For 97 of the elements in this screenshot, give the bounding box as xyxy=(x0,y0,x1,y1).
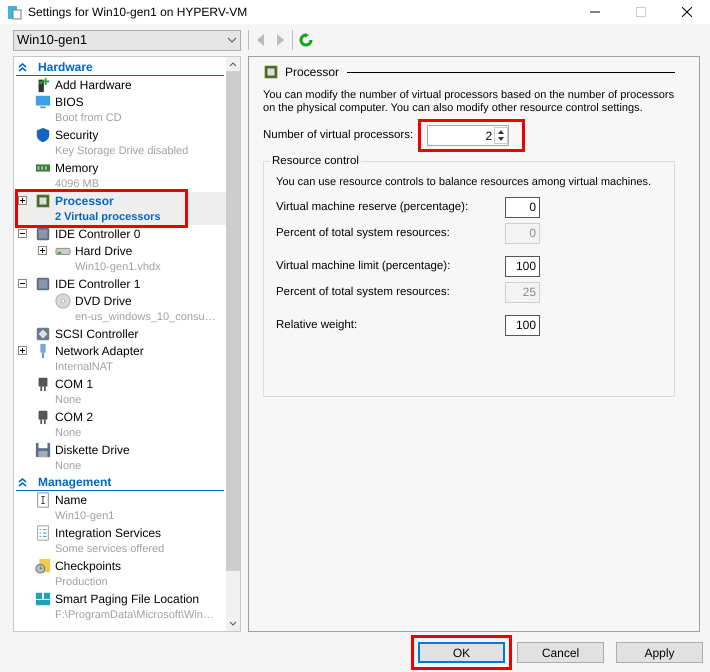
expand-icon[interactable] xyxy=(18,196,27,205)
item-name: Checkpoints xyxy=(55,558,122,574)
item-detail: None xyxy=(55,426,82,441)
field-label: Percent of total system resources: xyxy=(276,226,451,241)
chip-icon xyxy=(263,64,279,80)
spin-up-icon[interactable] xyxy=(498,130,504,134)
field-label: Percent of total system resources: xyxy=(276,284,451,300)
expand-icon[interactable] xyxy=(18,346,27,355)
chip-icon xyxy=(35,192,51,208)
controller-icon xyxy=(35,276,51,292)
collapse-icon[interactable] xyxy=(18,229,27,238)
dialog-button[interactable]: OK xyxy=(418,642,505,663)
spin-down-icon[interactable] xyxy=(498,137,504,142)
tree-item[interactable]: Processor 2 Virtual processors xyxy=(14,192,226,225)
item-detail: 2 Virtual processors xyxy=(55,210,161,225)
item-name: Processor xyxy=(55,192,114,210)
number-field[interactable]: 100 xyxy=(505,315,540,336)
memory-pages-icon xyxy=(35,590,51,606)
tree-item[interactable]: Name Win10-gen1 xyxy=(14,491,226,524)
tree-item[interactable]: Memory 4096 MB xyxy=(14,159,226,192)
tree-item[interactable]: Integration Services Some services offered xyxy=(14,524,226,557)
item-detail: Win10-gen1.vhdx xyxy=(75,260,161,275)
item-detail: None xyxy=(55,392,82,408)
tree-item[interactable]: DVD Drive en-us_windows_10_consu… xyxy=(14,292,226,325)
window-title: Settings for Win10-gen1 on HYPERV-VM xyxy=(28,4,248,21)
item-detail: InternalNAT xyxy=(55,360,113,375)
checklist-icon xyxy=(35,524,51,540)
text-cursor-icon xyxy=(35,492,51,508)
disc-icon xyxy=(55,292,71,308)
dialog-button[interactable]: Apply xyxy=(616,642,703,663)
item-name: Integration Services xyxy=(55,524,162,542)
tree-item[interactable]: Hard Drive Win10-gen1.vhdx xyxy=(14,242,226,275)
monitor-icon xyxy=(35,94,51,110)
panel-description: You can modify the number of virtual processors based on the number of processors on the physical computer. You can also modify other resource control settings. xyxy=(263,89,676,115)
section-header[interactable]: Management xyxy=(16,474,224,491)
refresh-icon[interactable] xyxy=(299,33,313,47)
item-detail: Win10-gen1 xyxy=(55,508,114,524)
vm-dropdown[interactable]: Win10-gen1 xyxy=(13,30,241,50)
item-detail: en-us_windows_10_consu… xyxy=(75,310,216,325)
collapse-section-icon xyxy=(18,62,27,72)
shield-icon xyxy=(35,126,51,142)
field-label: Relative weight: xyxy=(276,318,358,333)
tree-item[interactable]: Add Hardware xyxy=(14,76,226,93)
panel-title: Processor xyxy=(285,64,340,81)
item-name: Network Adapter xyxy=(55,342,144,360)
item-name: IDE Controller 0 xyxy=(55,226,140,242)
section-header[interactable]: Hardware xyxy=(16,59,224,76)
controller-icon xyxy=(35,226,51,242)
collapse-section-icon xyxy=(18,478,27,486)
tree-item[interactable]: SCSI Controller xyxy=(14,325,226,342)
item-name: Name xyxy=(55,492,88,508)
item-name: Add Hardware xyxy=(55,76,132,94)
item-name: IDE Controller 1 xyxy=(55,276,140,292)
item-detail: 4096 MB xyxy=(55,176,100,192)
dialog-button[interactable]: Cancel xyxy=(517,642,604,663)
tree-item[interactable]: IDE Controller 1 xyxy=(14,275,226,292)
expand-icon[interactable] xyxy=(38,246,47,255)
item-detail: Production xyxy=(55,574,108,590)
scrollbar[interactable] xyxy=(226,57,240,631)
tree-item[interactable]: BIOS Boot from CD xyxy=(14,93,226,126)
processor-count-spinner[interactable]: 2 xyxy=(427,125,510,146)
tree-item[interactable]: IDE Controller 0 xyxy=(14,225,226,242)
item-detail: Key Storage Drive disabled xyxy=(55,144,188,159)
folder-clock-icon xyxy=(35,558,51,574)
number-field[interactable]: 100 xyxy=(505,256,540,277)
item-name: COM 2 xyxy=(55,408,94,426)
item-detail: Boot from CD xyxy=(55,110,122,126)
group-description: You can use resource controls to balance resources among virtual machines. xyxy=(276,175,652,190)
tree-item[interactable]: Diskette Drive None xyxy=(14,441,226,474)
number-field[interactable]: 0 xyxy=(505,197,540,218)
collapse-icon[interactable] xyxy=(18,279,27,288)
maximize-icon xyxy=(636,7,646,17)
item-name: Diskette Drive xyxy=(55,442,130,458)
item-name: Security xyxy=(55,126,98,144)
item-detail: None xyxy=(55,458,82,474)
item-name: Hard Drive xyxy=(75,242,132,260)
item-name: Memory xyxy=(55,160,98,176)
close-icon xyxy=(682,7,692,17)
field-label: Number of virtual processors: xyxy=(263,128,414,143)
item-name: Smart Paging File Location xyxy=(55,590,200,608)
settings-window-icon xyxy=(8,4,22,20)
item-name: COM 1 xyxy=(55,376,94,392)
item-name: BIOS xyxy=(55,94,84,110)
chevron-down-icon xyxy=(227,37,237,43)
tree-item[interactable]: Smart Paging File Location F:\ProgramData\Microsoft\Win… xyxy=(14,590,226,623)
tree-item[interactable]: COM 1 None xyxy=(14,375,226,408)
tree-item[interactable]: Security Key Storage Drive disabled xyxy=(14,126,226,159)
controller-icon xyxy=(35,326,51,342)
tree-item[interactable]: Checkpoints Production xyxy=(14,557,226,590)
item-name: DVD Drive xyxy=(75,292,132,310)
item-name: SCSI Controller xyxy=(55,326,138,342)
field-label: Virtual machine limit (percentage): xyxy=(276,258,452,274)
item-detail: F:\ProgramData\Microsoft\Win… xyxy=(55,608,214,623)
tree-item[interactable]: COM 2 None xyxy=(14,408,226,441)
tree-item[interactable]: Network Adapter InternalNAT xyxy=(14,342,226,375)
item-detail: Some services offered xyxy=(55,542,164,557)
field-label: Virtual machine reserve (percentage): xyxy=(276,200,470,215)
